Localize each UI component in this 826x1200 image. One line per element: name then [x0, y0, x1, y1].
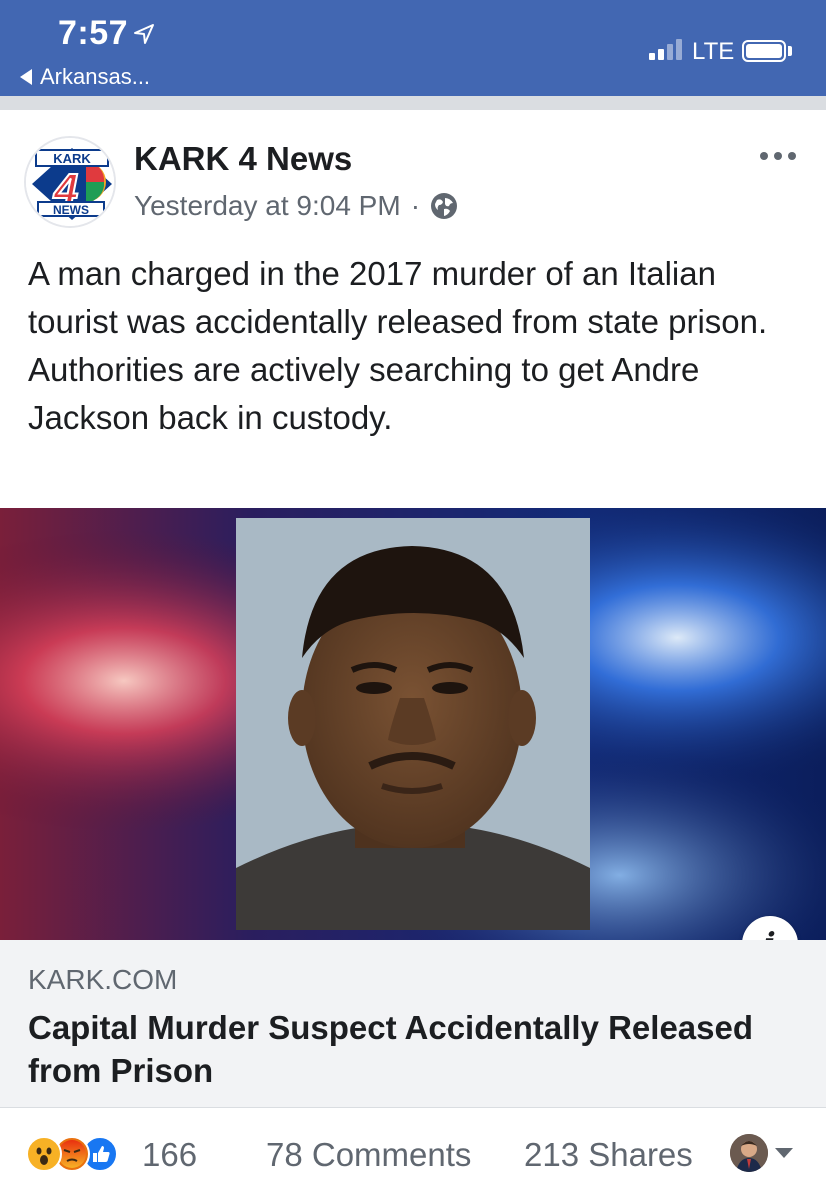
link-caption[interactable]: KARK.COM Capital Murder Suspect Accident… — [0, 940, 826, 1108]
link-title: Capital Murder Suspect Accidentally Rele… — [28, 1009, 754, 1089]
comments-count-link[interactable]: 78 Comments — [266, 1136, 471, 1174]
shares-count-link[interactable]: 213 Shares — [524, 1136, 693, 1174]
page-name-link[interactable]: KARK 4 News — [134, 140, 352, 178]
link-preview-image[interactable] — [0, 508, 826, 940]
kark-logo-icon: KARK 4 NEWS — [26, 138, 114, 226]
more-options-icon[interactable] — [760, 146, 804, 166]
svg-text:KARK: KARK — [53, 151, 91, 166]
wow-icon — [26, 1136, 62, 1172]
location-arrow-icon — [134, 24, 154, 44]
post-timestamp[interactable]: Yesterday at 9:04 PM — [134, 190, 401, 222]
battery-tip — [788, 46, 792, 56]
status-bar: 7:57 Arkansas... LTE — [0, 0, 826, 96]
back-to-app-link[interactable]: Arkansas... — [20, 64, 150, 90]
feed-separator — [0, 96, 826, 110]
audience-chevron-down-icon[interactable] — [775, 1148, 793, 1158]
battery-icon — [742, 40, 786, 62]
back-arrow-icon — [20, 69, 32, 85]
globe-icon — [431, 193, 458, 219]
post-footer: 166 78 Comments 213 Shares — [0, 1130, 826, 1190]
back-app-label: Arkansas... — [40, 64, 151, 89]
reaction-count[interactable]: 166 — [142, 1136, 197, 1174]
meta-separator: · — [410, 190, 421, 221]
viewer-avatar[interactable] — [730, 1134, 768, 1172]
feed-post: KARK 4 NEWS KARK 4 News Yesterday at 9:0… — [0, 110, 826, 1200]
mugshot-image — [0, 508, 826, 940]
status-time: 7:57 — [58, 14, 129, 52]
link-domain: KARK.COM — [28, 964, 178, 995]
signal-strength-icon — [649, 38, 682, 60]
network-type: LTE — [692, 38, 735, 65]
svg-text:NEWS: NEWS — [53, 203, 89, 217]
page-avatar[interactable]: KARK 4 NEWS — [24, 136, 116, 228]
reaction-icons[interactable] — [26, 1136, 118, 1172]
post-meta: Yesterday at 9:04 PM · — [134, 190, 458, 222]
post-text: A man charged in the 2017 murder of an I… — [28, 255, 768, 436]
